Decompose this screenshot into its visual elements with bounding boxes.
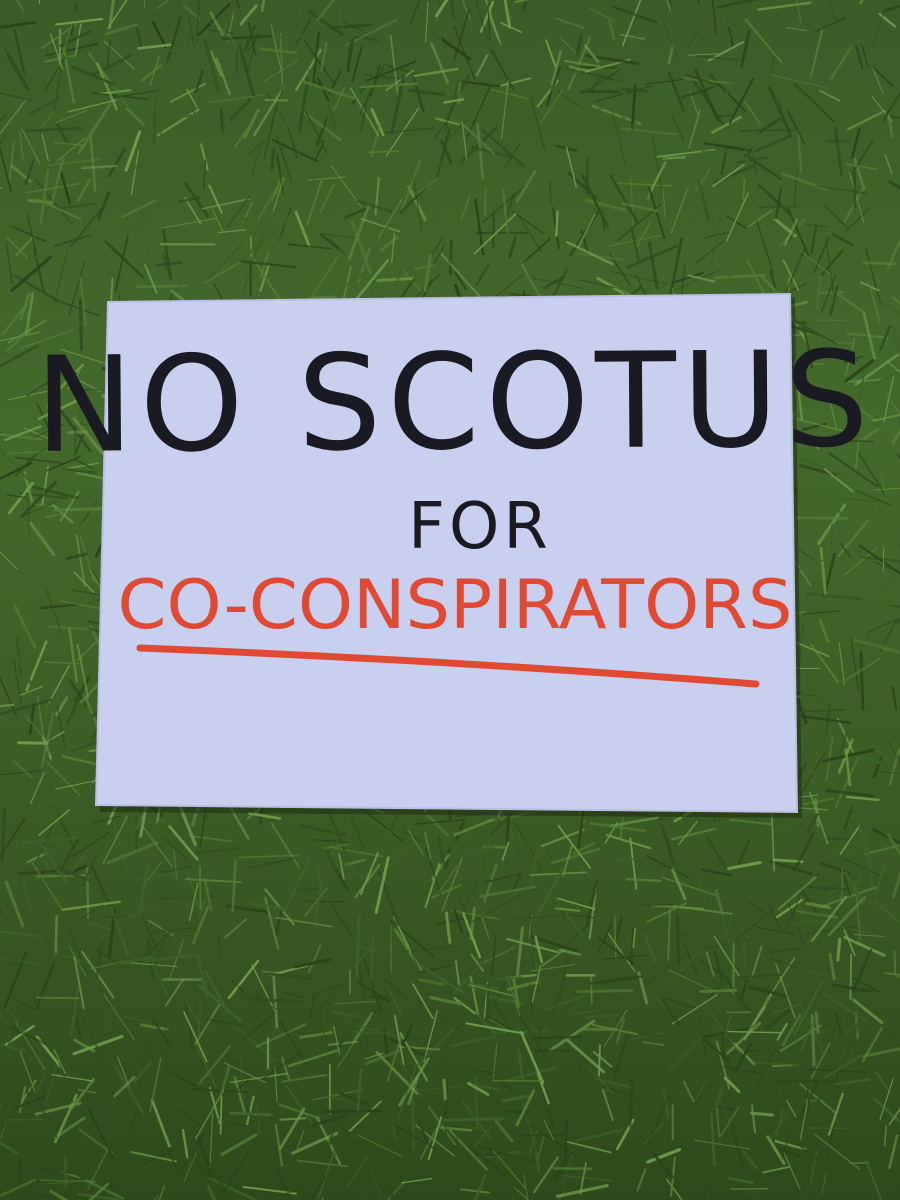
- sign-line-co-conspirators: CO-CONSPIRATORS: [118, 566, 793, 645]
- sign-line-for: FOR: [408, 490, 552, 564]
- photo-scene: NO SCOTUS FOR CO-CONSPIRATORS: [0, 0, 900, 1200]
- sign-line-no-scotus: NO SCOTUS: [34, 323, 875, 483]
- protest-sign: NO SCOTUS FOR CO-CONSPIRATORS: [34, 292, 875, 818]
